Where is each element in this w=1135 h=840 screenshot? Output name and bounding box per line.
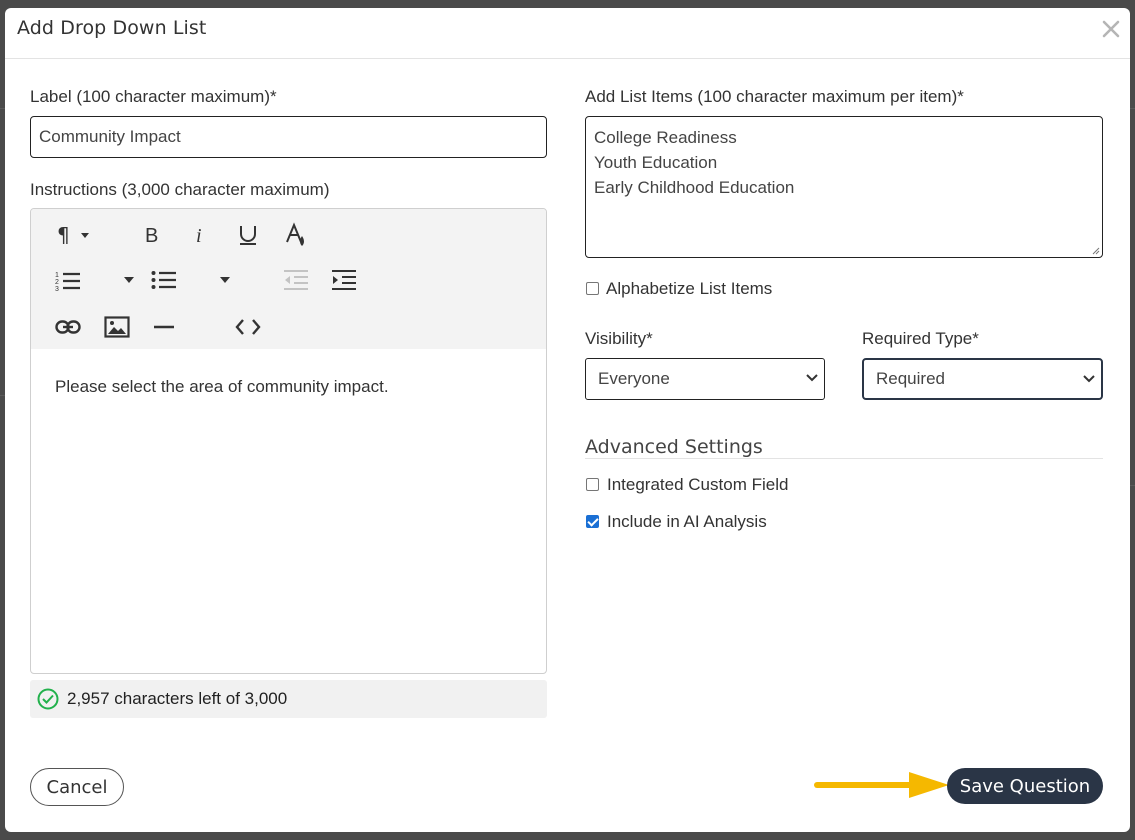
- list-items-label: Add List Items (100 character maximum pe…: [585, 87, 964, 106]
- list-item: Early Childhood Education: [594, 178, 795, 197]
- modal-title: Add Drop Down List: [17, 17, 207, 39]
- link-icon[interactable]: [53, 312, 83, 342]
- modal-header: Add Drop Down List: [5, 8, 1130, 59]
- character-counter-text: 2,957 characters left of 3,000: [67, 689, 288, 708]
- add-drop-down-list-modal: Add Drop Down List Label (100 character …: [5, 8, 1130, 832]
- required-type-select[interactable]: Required: [862, 358, 1103, 400]
- required-type-label: Required Type*: [862, 329, 979, 348]
- ordered-list-dropdown-icon[interactable]: [119, 265, 139, 295]
- alphabetize-checkbox[interactable]: [586, 282, 599, 295]
- svg-text:¶: ¶: [57, 224, 70, 246]
- horizontal-rule-icon[interactable]: [149, 312, 179, 342]
- required-type-value: Required: [876, 369, 945, 388]
- resize-handle-icon[interactable]: [1092, 247, 1100, 255]
- integrated-custom-field-label: Integrated Custom Field: [607, 475, 789, 494]
- underline-icon[interactable]: [233, 220, 263, 250]
- integrated-custom-field-checkbox[interactable]: [586, 478, 599, 491]
- editor-content[interactable]: Please select the area of community impa…: [55, 377, 389, 397]
- svg-text:2: 2: [55, 279, 59, 286]
- bold-icon[interactable]: B: [137, 220, 167, 250]
- svg-text:i: i: [196, 225, 202, 246]
- advanced-settings-divider: [585, 458, 1103, 459]
- visibility-select[interactable]: Everyone: [585, 358, 825, 400]
- paragraph-icon[interactable]: ¶: [53, 220, 97, 250]
- list-items-textarea[interactable]: College Readiness Youth Education Early …: [585, 116, 1103, 258]
- italic-icon[interactable]: i: [185, 220, 215, 250]
- svg-text:3: 3: [55, 286, 59, 291]
- code-view-icon[interactable]: [233, 312, 263, 342]
- character-counter: 2,957 characters left of 3,000: [30, 680, 547, 718]
- svg-text:1: 1: [55, 272, 59, 279]
- visibility-label: Visibility*: [585, 329, 653, 348]
- success-check-icon: [37, 688, 59, 710]
- list-item: College Readiness: [594, 128, 737, 147]
- list-item: Youth Education: [594, 153, 718, 172]
- image-icon[interactable]: [102, 312, 132, 342]
- instructions-editor: ¶ B i 123 Please select the area of comm…: [30, 208, 547, 674]
- cancel-button[interactable]: Cancel: [30, 768, 124, 806]
- backdrop-divider: [1130, 108, 1135, 109]
- label-input-value: Community Impact: [39, 127, 181, 146]
- svg-text:B: B: [145, 225, 158, 246]
- outdent-icon[interactable]: [281, 265, 311, 295]
- instructions-label: Instructions (3,000 character maximum): [30, 180, 330, 199]
- visibility-value: Everyone: [598, 369, 670, 388]
- text-color-icon[interactable]: [281, 220, 311, 250]
- close-icon[interactable]: [1100, 18, 1122, 40]
- advanced-settings-heading: Advanced Settings: [585, 436, 763, 458]
- ordered-list-icon[interactable]: 123: [53, 265, 83, 295]
- unordered-list-icon[interactable]: [149, 265, 179, 295]
- chevron-down-icon: [806, 374, 818, 382]
- save-question-button[interactable]: Save Question: [947, 768, 1103, 804]
- include-ai-analysis-checkbox[interactable]: [586, 515, 599, 528]
- include-ai-analysis-label: Include in AI Analysis: [607, 512, 767, 531]
- label-field-label: Label (100 character maximum)*: [30, 87, 277, 106]
- backdrop-divider: [1130, 485, 1135, 486]
- arrow-annotation-icon: [814, 772, 949, 798]
- alphabetize-label: Alphabetize List Items: [606, 279, 773, 298]
- unordered-list-dropdown-icon[interactable]: [215, 265, 235, 295]
- indent-icon[interactable]: [329, 265, 359, 295]
- editor-toolbar: ¶ B i 123: [31, 209, 546, 349]
- chevron-down-icon: [1083, 375, 1095, 383]
- label-input[interactable]: Community Impact: [30, 116, 547, 158]
